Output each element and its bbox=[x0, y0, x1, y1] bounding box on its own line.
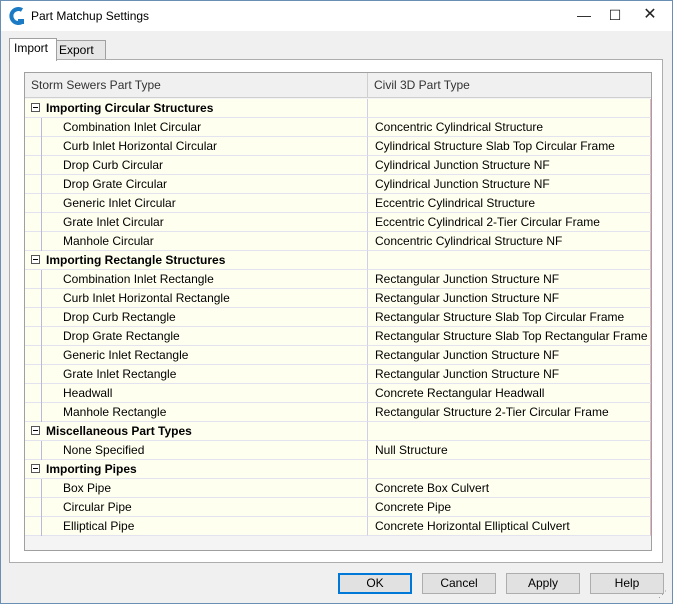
storm-sewers-part-type-cell: Manhole Circular bbox=[25, 232, 368, 251]
table-row[interactable]: Drop Grate Circular Cylindrical Junction … bbox=[25, 175, 651, 194]
group-empty-cell bbox=[368, 460, 651, 479]
table-row[interactable]: Grate Inlet Rectangle Rectangular Junctio… bbox=[25, 365, 651, 384]
table-row[interactable]: Box Pipe Concrete Box Culvert bbox=[25, 479, 651, 498]
civil3d-part-type-cell[interactable]: Concrete Pipe bbox=[368, 498, 651, 517]
table-row[interactable]: Headwall Concrete Rectangular Headwall bbox=[25, 384, 651, 403]
group-label-text: Importing Circular Structures bbox=[46, 101, 214, 115]
storm-sewers-part-type-cell: Grate Inlet Circular bbox=[25, 213, 368, 232]
table-row[interactable]: Elliptical Pipe Concrete Horizontal Ellip… bbox=[25, 517, 651, 536]
collapse-icon[interactable] bbox=[31, 103, 40, 112]
civil3d-part-type-cell[interactable]: Cylindrical Junction Structure NF bbox=[368, 175, 651, 194]
table-row[interactable]: Drop Grate Rectangle Rectangular Structur… bbox=[25, 327, 651, 346]
civil3d-part-type-cell[interactable]: Rectangular Structure Slab Top Circular … bbox=[368, 308, 651, 327]
storm-sewers-part-type-cell: Drop Curb Rectangle bbox=[25, 308, 368, 327]
table-row[interactable]: Generic Inlet Circular Eccentric Cylindri… bbox=[25, 194, 651, 213]
group-label: Miscellaneous Part Types bbox=[25, 422, 368, 441]
group-label-text: Importing Pipes bbox=[46, 462, 137, 476]
storm-sewers-part-type-cell: Headwall bbox=[25, 384, 368, 403]
civil3d-part-type-cell[interactable]: Concrete Horizontal Elliptical Culvert bbox=[368, 517, 651, 536]
group-row[interactable]: Importing Circular Structures bbox=[25, 99, 651, 118]
civil3d-part-type-cell[interactable]: Null Structure bbox=[368, 441, 651, 460]
group-empty-cell bbox=[368, 422, 651, 441]
window-title: Part Matchup Settings bbox=[31, 9, 150, 23]
group-row[interactable]: Importing Pipes bbox=[25, 460, 651, 479]
close-icon[interactable]: ✕ bbox=[633, 1, 667, 31]
table-row[interactable]: Combination Inlet Rectangle Rectangular J… bbox=[25, 270, 651, 289]
civil3d-part-type-cell[interactable]: Rectangular Junction Structure NF bbox=[368, 270, 651, 289]
group-empty-cell bbox=[368, 251, 651, 270]
group-label: Importing Circular Structures bbox=[25, 99, 368, 118]
civil3d-part-type-cell[interactable]: Cylindrical Structure Slab Top Circular … bbox=[368, 137, 651, 156]
storm-sewers-part-type-cell: Drop Curb Circular bbox=[25, 156, 368, 175]
tab-export[interactable]: Export bbox=[54, 40, 106, 61]
civil3d-part-type-cell[interactable]: Rectangular Junction Structure NF bbox=[368, 346, 651, 365]
table-row[interactable]: Curb Inlet Horizontal Rectangle Rectangul… bbox=[25, 289, 651, 308]
apply-button[interactable]: Apply bbox=[506, 573, 580, 594]
collapse-icon[interactable] bbox=[31, 464, 40, 473]
table-row[interactable]: Drop Curb Rectangle Rectangular Structure… bbox=[25, 308, 651, 327]
storm-sewers-part-type-cell: Drop Grate Circular bbox=[25, 175, 368, 194]
storm-sewers-part-type-cell: Box Pipe bbox=[25, 479, 368, 498]
group-row[interactable]: Miscellaneous Part Types bbox=[25, 422, 651, 441]
storm-sewers-part-type-cell: Manhole Rectangle bbox=[25, 403, 368, 422]
storm-sewers-part-type-cell: Combination Inlet Circular bbox=[25, 118, 368, 137]
maximize-icon[interactable]: ☐ bbox=[598, 1, 632, 31]
part-matchup-grid: Storm Sewers Part Type Civil 3D Part Typ… bbox=[24, 72, 652, 551]
help-button[interactable]: Help bbox=[590, 573, 664, 594]
group-label-text: Importing Rectangle Structures bbox=[46, 253, 226, 267]
table-row[interactable]: None Specified Null Structure bbox=[25, 441, 651, 460]
table-row[interactable]: Combination Inlet Circular Concentric Cyl… bbox=[25, 118, 651, 137]
collapse-icon[interactable] bbox=[31, 255, 40, 264]
table-row[interactable]: Generic Inlet Rectangle Rectangular Junct… bbox=[25, 346, 651, 365]
storm-sewers-part-type-cell: Curb Inlet Horizontal Circular bbox=[25, 137, 368, 156]
minimize-icon[interactable]: — bbox=[567, 1, 601, 31]
table-row[interactable]: Circular Pipe Concrete Pipe bbox=[25, 498, 651, 517]
column-header-storm-sewers[interactable]: Storm Sewers Part Type bbox=[25, 73, 368, 98]
civil3d-part-type-cell[interactable]: Eccentric Cylindrical 2-Tier Circular Fr… bbox=[368, 213, 651, 232]
civil3d-part-type-cell[interactable]: Concrete Box Culvert bbox=[368, 479, 651, 498]
storm-sewers-part-type-cell: Grate Inlet Rectangle bbox=[25, 365, 368, 384]
group-empty-cell bbox=[368, 99, 651, 118]
storm-sewers-part-type-cell: Curb Inlet Horizontal Rectangle bbox=[25, 289, 368, 308]
civil3d-part-type-cell[interactable]: Cylindrical Junction Structure NF bbox=[368, 156, 651, 175]
resize-grip-icon[interactable]: ⋰ bbox=[658, 589, 668, 599]
civil3d-part-type-cell[interactable]: Concentric Cylindrical Structure NF bbox=[368, 232, 651, 251]
grid-rows: Importing Circular Structures Combination… bbox=[25, 99, 651, 536]
civil3d-part-type-cell[interactable]: Rectangular Junction Structure NF bbox=[368, 365, 651, 384]
civil3d-part-type-cell[interactable]: Rectangular Structure 2-Tier Circular Fr… bbox=[368, 403, 651, 422]
dialog-window: Part Matchup Settings — ☐ ✕ Import Expor… bbox=[0, 0, 673, 604]
civil3d-part-type-cell[interactable]: Eccentric Cylindrical Structure bbox=[368, 194, 651, 213]
table-row[interactable]: Drop Curb Circular Cylindrical Junction S… bbox=[25, 156, 651, 175]
civil3d-part-type-cell[interactable]: Rectangular Structure Slab Top Rectangul… bbox=[368, 327, 651, 346]
cancel-button[interactable]: Cancel bbox=[422, 573, 496, 594]
group-row[interactable]: Importing Rectangle Structures bbox=[25, 251, 651, 270]
collapse-icon[interactable] bbox=[31, 426, 40, 435]
civil3d-part-type-cell[interactable]: Concentric Cylindrical Structure bbox=[368, 118, 651, 137]
storm-sewers-part-type-cell: None Specified bbox=[25, 441, 368, 460]
storm-sewers-part-type-cell: Generic Inlet Circular bbox=[25, 194, 368, 213]
civil3d-part-type-cell[interactable]: Concrete Rectangular Headwall bbox=[368, 384, 651, 403]
civil3d-app-icon bbox=[9, 7, 25, 25]
table-row[interactable]: Manhole Circular Concentric Cylindrical S… bbox=[25, 232, 651, 251]
storm-sewers-part-type-cell: Elliptical Pipe bbox=[25, 517, 368, 536]
storm-sewers-part-type-cell: Drop Grate Rectangle bbox=[25, 327, 368, 346]
group-label-text: Miscellaneous Part Types bbox=[46, 424, 192, 438]
title-bar[interactable]: Part Matchup Settings — ☐ ✕ bbox=[1, 1, 672, 31]
column-header-civil3d[interactable]: Civil 3D Part Type bbox=[368, 73, 651, 98]
storm-sewers-part-type-cell: Combination Inlet Rectangle bbox=[25, 270, 368, 289]
table-row[interactable]: Curb Inlet Horizontal Circular Cylindrica… bbox=[25, 137, 651, 156]
table-row[interactable]: Grate Inlet Circular Eccentric Cylindrica… bbox=[25, 213, 651, 232]
group-label: Importing Pipes bbox=[25, 460, 368, 479]
import-panel: Storm Sewers Part Type Civil 3D Part Typ… bbox=[9, 59, 663, 563]
civil3d-part-type-cell[interactable]: Rectangular Junction Structure NF bbox=[368, 289, 651, 308]
table-row[interactable]: Manhole Rectangle Rectangular Structure 2… bbox=[25, 403, 651, 422]
storm-sewers-part-type-cell: Circular Pipe bbox=[25, 498, 368, 517]
tab-import[interactable]: Import bbox=[9, 38, 57, 61]
group-label: Importing Rectangle Structures bbox=[25, 251, 368, 270]
storm-sewers-part-type-cell: Generic Inlet Rectangle bbox=[25, 346, 368, 365]
ok-button[interactable]: OK bbox=[338, 573, 412, 594]
